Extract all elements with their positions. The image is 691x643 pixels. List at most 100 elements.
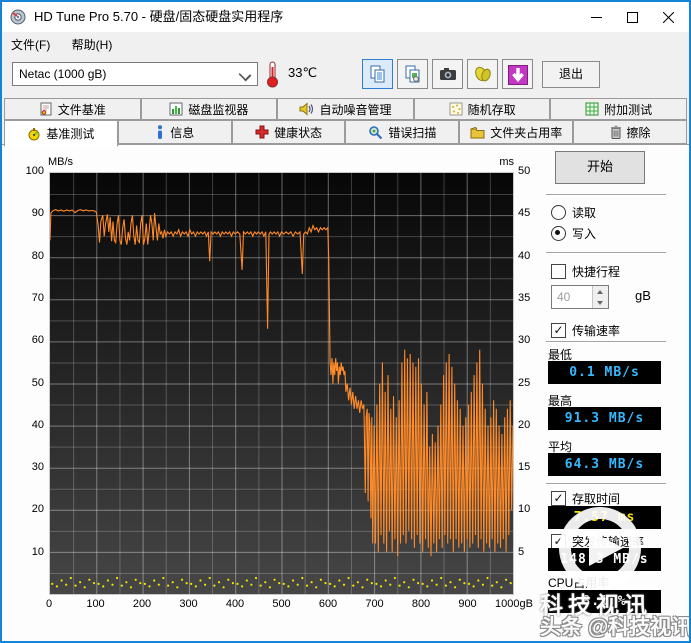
left-axis-tick: 20 — [31, 503, 44, 516]
tab-label: 附加测试 — [604, 102, 653, 117]
stepper-up-icon[interactable] — [593, 286, 608, 297]
right-axis-tick: 20 — [518, 418, 531, 431]
burst-rate-lcd: 148.3 MB/s — [548, 548, 661, 571]
left-axis-tick: 90 — [31, 207, 44, 220]
close-icon — [662, 11, 674, 24]
tab-row-bottom: 基准测试 信息 健康状态 错误扫描 文件夹占用率 擦除 — [4, 120, 687, 147]
minimize-button[interactable] — [579, 2, 613, 32]
avg-value-lcd: 64.3 MB/s — [548, 453, 661, 476]
right-axis-tick: 30 — [518, 334, 531, 347]
tab-label: 文件基准 — [57, 102, 106, 117]
radio-read-icon — [551, 204, 566, 220]
x-axis-tick: 0 — [45, 598, 53, 610]
plot-canvas — [50, 173, 513, 594]
cpu-usage-lcd: 8.1 % — [548, 590, 661, 613]
menu-help[interactable]: 帮助(H) — [63, 32, 122, 57]
tab-top-4[interactable]: 附加测试 — [550, 98, 687, 120]
right-axis-tick: 25 — [518, 376, 531, 389]
burst-rate-checkbox-icon: ✓ — [551, 533, 566, 549]
right-axis-tick: 50 — [518, 165, 531, 177]
start-button[interactable]: 开始 — [555, 151, 645, 184]
x-axis-tick: 600 — [318, 598, 338, 610]
drive-select[interactable]: Netac (1000 gB) — [12, 62, 258, 86]
donate-icon — [474, 66, 491, 82]
capacity-stepper[interactable]: 40 — [551, 285, 609, 309]
radio-write[interactable]: 写入 — [551, 225, 596, 241]
left-axis-tick: 100 — [25, 165, 44, 177]
tab-bottom-1[interactable]: 信息 — [117, 120, 232, 144]
short-stroke-checkbox-icon — [551, 263, 566, 279]
extra-tests-icon — [585, 102, 599, 116]
menu-file[interactable]: 文件(F) — [2, 32, 59, 57]
toolbar-buttons — [362, 59, 537, 91]
donate-button[interactable] — [467, 59, 498, 89]
tab-label: 擦除 — [626, 125, 651, 140]
exit-button[interactable]: 退出 — [542, 61, 600, 88]
titlebar: HD Tune Pro 5.70 - 硬盘/固态硬盘实用程序 — [2, 2, 689, 32]
separator — [546, 341, 666, 343]
tab-bottom-3[interactable]: 错误扫描 — [345, 120, 460, 144]
thermometer-icon — [267, 61, 278, 88]
right-axis-tick: 15 — [518, 461, 531, 474]
x-axis-tick: 1000gB — [495, 598, 533, 610]
tab-top-0[interactable]: 文件基准 — [4, 98, 141, 120]
left-axis-tick: 60 — [31, 334, 44, 347]
maximize-button[interactable] — [615, 2, 649, 32]
chevron-down-icon — [238, 68, 252, 82]
toolbar: Netac (1000 gB) 33℃ 退出 — [2, 55, 689, 98]
burst-rate-label: 突发传输速率 — [572, 534, 645, 549]
access-time-checkbox-icon: ✓ — [551, 490, 566, 506]
file-benchmark-icon — [39, 102, 53, 116]
tab-label: 基准测试 — [46, 127, 95, 141]
tab-label: 文件夹占用率 — [490, 125, 563, 140]
speaker-icon — [299, 102, 314, 116]
left-axis-unit: MB/s — [48, 156, 74, 168]
radio-write-label: 写入 — [572, 226, 597, 241]
download-icon — [507, 65, 528, 85]
transfer-rate-checkbox[interactable]: ✓ 传输速率 — [551, 322, 620, 338]
short-stroke-checkbox[interactable]: 快捷行程 — [551, 263, 620, 279]
tab-top-2[interactable]: 自动噪音管理 — [277, 98, 414, 120]
copy-clipboard-button[interactable] — [362, 59, 393, 89]
disk-monitor-icon — [169, 102, 183, 116]
health-icon — [255, 125, 269, 139]
tab-bottom-0[interactable]: 基准测试 — [4, 120, 118, 147]
left-axis-tick: 70 — [31, 291, 44, 304]
close-button[interactable] — [651, 2, 685, 32]
tab-label: 自动噪音管理 — [319, 102, 392, 117]
left-axis-tick: 50 — [31, 376, 44, 389]
cpu-usage-label: CPU占用率 — [548, 576, 610, 590]
camera-button[interactable] — [432, 59, 463, 89]
tab-label: 健康状态 — [274, 125, 323, 140]
download-button[interactable] — [502, 59, 533, 89]
right-axis-tick: 40 — [518, 249, 531, 262]
error-scan-icon — [368, 125, 383, 139]
tab-top-3[interactable]: 随机存取 — [413, 98, 551, 120]
max-value-lcd: 91.3 MB/s — [548, 407, 661, 430]
access-time-label: 存取时间 — [572, 491, 621, 506]
tab-bottom-2[interactable]: 健康状态 — [231, 120, 346, 144]
right-axis-tick: 10 — [518, 503, 531, 516]
tab-bottom-5[interactable]: 擦除 — [573, 120, 687, 144]
stepper-down-icon[interactable] — [593, 297, 608, 308]
minimize-icon — [590, 17, 602, 18]
menubar: 文件(F) 帮助(H) — [2, 32, 689, 55]
access-time-lcd: 7.57 ms — [548, 506, 661, 529]
x-axis-tick: 800 — [411, 598, 431, 610]
x-axis-tick: 300 — [179, 598, 198, 610]
short-stroke-label: 快捷行程 — [572, 264, 621, 279]
tab-top-1[interactable]: 磁盘监视器 — [140, 98, 278, 120]
left-axis-tick: 10 — [31, 545, 44, 558]
burst-rate-checkbox[interactable]: ✓ 突发传输速率 — [551, 533, 644, 549]
left-axis-tick: 80 — [31, 249, 44, 262]
copy-file-button[interactable] — [397, 59, 428, 89]
access-time-checkbox[interactable]: ✓ 存取时间 — [551, 490, 620, 506]
radio-read-label: 读取 — [572, 205, 597, 220]
x-axis-tick: 400 — [225, 598, 245, 610]
x-axis-tick: 200 — [132, 598, 152, 610]
tab-bottom-4[interactable]: 文件夹占用率 — [459, 120, 574, 144]
radio-read[interactable]: 读取 — [551, 204, 596, 220]
min-value-lcd: 0.1 MB/s — [548, 361, 661, 384]
tab-label: 磁盘监视器 — [188, 102, 249, 117]
benchmark-plot — [49, 172, 514, 595]
